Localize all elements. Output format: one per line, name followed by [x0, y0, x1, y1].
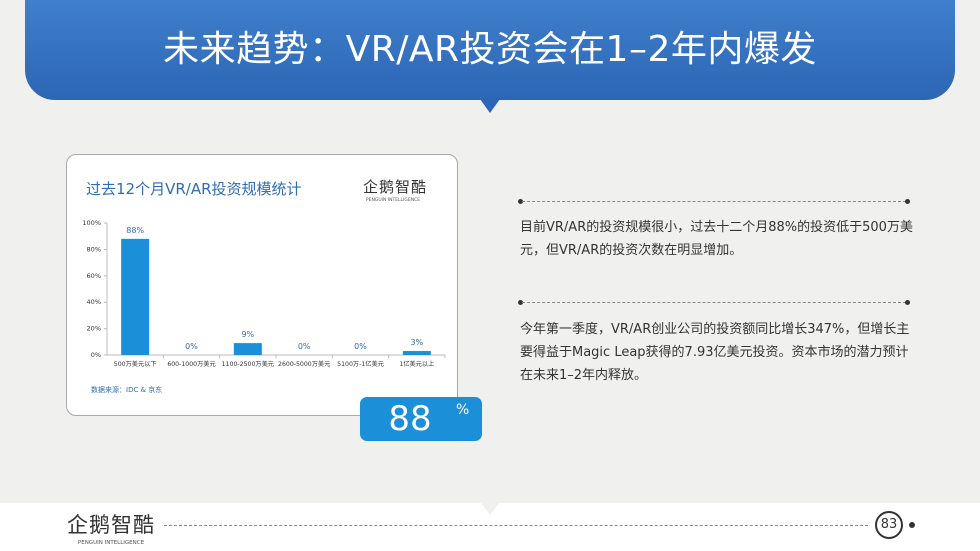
data-label: 0% [298, 342, 311, 351]
data-label: 88% [126, 226, 144, 235]
page-dot [909, 522, 915, 528]
highlight-value: 88 [388, 399, 432, 439]
data-label: 0% [185, 342, 198, 351]
footer-brand-name: 企鹅智酷 [67, 513, 155, 537]
x-tick-label: 600-1000万美元 [167, 360, 215, 368]
paragraph-1: 目前VR/AR的投资规模很小，过去十二个月88%的投资低于500万美元，但VR/… [520, 220, 913, 258]
chart-card: 过去12个月VR/AR投资规模统计 企鹅智酷 PENGUIN INTELLIGE… [66, 154, 458, 416]
x-tick-label: 1亿美元以上 [399, 360, 434, 368]
highlight-unit: % [456, 402, 470, 418]
x-tick-label: 500万美元以下 [114, 360, 157, 368]
footer-divider [164, 525, 868, 526]
bar [233, 343, 262, 355]
x-tick-label: 1100-2500万美元 [222, 360, 274, 368]
paragraph-2: 今年第一季度，VR/AR创业公司的投资额同比增长347%，但增长主要得益于Mag… [520, 322, 910, 383]
y-tick-label: 60% [87, 272, 101, 280]
divider-dot-end [905, 199, 910, 204]
bar [402, 351, 431, 355]
x-tick-label: 2600-5000万美元 [278, 360, 330, 368]
y-tick-label: 40% [87, 298, 101, 306]
banner-pointer [480, 99, 500, 113]
data-label: 0% [354, 342, 367, 351]
y-tick-label: 80% [87, 245, 101, 253]
footer-pointer [481, 503, 499, 515]
chart-source: 数据来源：IDC & 京东 [91, 386, 163, 394]
divider-dot-end [905, 300, 910, 305]
y-tick-label: 0% [91, 351, 101, 359]
divider-line-1 [522, 201, 906, 202]
bar-chart: 0% 20% 40% 60% 80% 100% 88% 500万美元以下 0% 600-1000万… [82, 219, 446, 368]
bar [121, 238, 150, 355]
footer-brand-logo: 企鹅智酷 PENGUIN INTELLIGENCE [66, 509, 156, 546]
y-tick-label: 20% [87, 325, 101, 333]
data-label: 9% [241, 330, 254, 339]
footer-brand-sub: PENGUIN INTELLIGENCE [77, 540, 145, 546]
x-tick-label: 5100万-1亿美元 [337, 360, 384, 368]
slide-title: 未来趋势：VR/AR投资会在1–2年内爆发 [163, 29, 817, 70]
highlight-badge: 88 % [360, 397, 482, 441]
y-tick-label: 100% [82, 219, 101, 227]
page-number: 83 [875, 511, 903, 539]
data-label: 3% [410, 338, 423, 347]
divider-line-2 [522, 302, 906, 303]
